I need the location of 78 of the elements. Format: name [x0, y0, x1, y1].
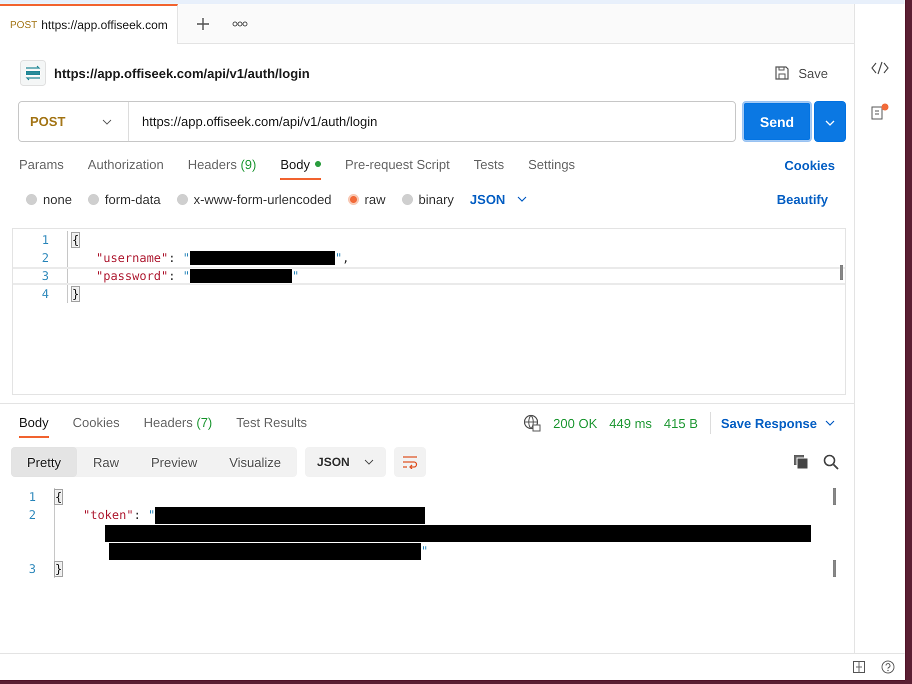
- body-type-radio[interactable]: x-www-form-urlencoded: [176, 192, 332, 206]
- chevron-icon: [825, 420, 835, 426]
- code-token: {: [72, 233, 80, 247]
- chevron-icon: [517, 196, 528, 202]
- body-type-radio[interactable]: raw: [348, 192, 386, 206]
- line-number: 2: [40, 251, 50, 265]
- code-token: "password": [96, 269, 168, 283]
- code-token: ": [148, 508, 156, 522]
- globe-lock-icon[interactable]: [523, 414, 542, 432]
- request-section-tab[interactable]: Pre-request Script: [344, 150, 450, 180]
- code-token: }: [55, 562, 62, 576]
- code-icon[interactable]: [871, 61, 889, 75]
- response-section-tab[interactable]: Headers (7): [144, 408, 212, 438]
- request-section-tab[interactable]: Tests: [474, 150, 504, 180]
- format-dropdown[interactable]: JSON: [470, 192, 528, 206]
- status-code: 200 OK: [553, 416, 598, 430]
- request-tab[interactable]: POST https://app.offiseek.com: [0, 4, 178, 44]
- request-section-tab[interactable]: Authorization: [88, 150, 164, 180]
- chevron-icon: [825, 120, 835, 126]
- response-section-tab[interactable]: Test Results: [236, 408, 308, 438]
- request-section-tab[interactable]: Params: [19, 150, 64, 180]
- line-number: 4: [40, 287, 50, 301]
- code-token: :: [134, 508, 142, 522]
- floppy-icon: [774, 65, 790, 81]
- beautify-link[interactable]: Beautify: [776, 192, 828, 206]
- send-button[interactable]: Send: [742, 101, 812, 142]
- line-number: 3: [40, 269, 50, 283]
- view-mode-tab[interactable]: Preview: [134, 447, 214, 477]
- body-type-radio[interactable]: binary: [402, 192, 454, 206]
- body-type-radio[interactable]: form-data: [88, 192, 161, 206]
- copy-icon[interactable]: [793, 454, 809, 470]
- url-field[interactable]: https://app.offiseek.com/api/v1/auth/login: [129, 114, 735, 129]
- chevron-icon: [102, 118, 112, 124]
- line-number: 1: [40, 233, 50, 247]
- comments-icon[interactable]: [870, 103, 890, 121]
- code-token: :: [168, 269, 176, 283]
- line-number: 3: [28, 562, 37, 576]
- response-time: 449 ms: [609, 416, 652, 430]
- body-type-radio[interactable]: none: [26, 192, 72, 206]
- response-size: 415 B: [664, 416, 698, 430]
- cookies-link[interactable]: Cookies: [784, 150, 835, 180]
- help-icon[interactable]: [881, 660, 895, 674]
- http-icon: [20, 60, 46, 86]
- code-token: "token": [83, 508, 134, 522]
- layout-icon[interactable]: [853, 661, 865, 673]
- code-token: {: [55, 490, 62, 504]
- request-body-editor[interactable]: 1 { 2 "username": " ", 3 "password": " " 4 }: [12, 228, 846, 395]
- code-token: ": [182, 251, 190, 265]
- code-token: ": [292, 269, 300, 283]
- code-token: ,: [342, 251, 350, 265]
- search-icon[interactable]: [823, 454, 839, 470]
- plus-icon[interactable]: [196, 16, 210, 30]
- more-icon[interactable]: [232, 20, 248, 26]
- method-dropdown[interactable]: POST: [19, 102, 129, 141]
- view-mode-tab[interactable]: Visualize: [213, 447, 298, 477]
- code-token: ": [421, 544, 428, 558]
- save-response-button[interactable]: Save Response: [720, 416, 835, 430]
- code-token: }: [72, 287, 80, 301]
- request-section-tab[interactable]: Body: [280, 150, 321, 180]
- request-url-bar[interactable]: POST https://app.offiseek.com/api/v1/auth/login: [18, 101, 736, 142]
- format-dropdown[interactable]: JSON: [305, 447, 386, 477]
- response-section-tab[interactable]: Body: [19, 408, 49, 438]
- code-token: ": [334, 251, 342, 265]
- line-number: 2: [28, 508, 37, 522]
- code-token: ": [182, 269, 190, 283]
- request-section-tab[interactable]: Headers (9): [188, 150, 256, 180]
- code-token: "username": [96, 251, 168, 265]
- response-section-tab[interactable]: Cookies: [72, 408, 120, 438]
- request-title: https://app.offiseek.com/api/v1/auth/login: [54, 66, 310, 80]
- code-token: :: [168, 251, 176, 265]
- request-section-tab[interactable]: Settings: [528, 150, 576, 180]
- line-number: 1: [28, 490, 37, 504]
- wrap-icon: [402, 455, 418, 469]
- view-mode-tab[interactable]: Pretty: [11, 447, 77, 477]
- view-mode-tab[interactable]: Raw: [76, 447, 135, 477]
- save-button[interactable]: Save: [768, 64, 834, 82]
- chevron-icon: [364, 459, 374, 465]
- wrap-lines-button[interactable]: [394, 447, 426, 477]
